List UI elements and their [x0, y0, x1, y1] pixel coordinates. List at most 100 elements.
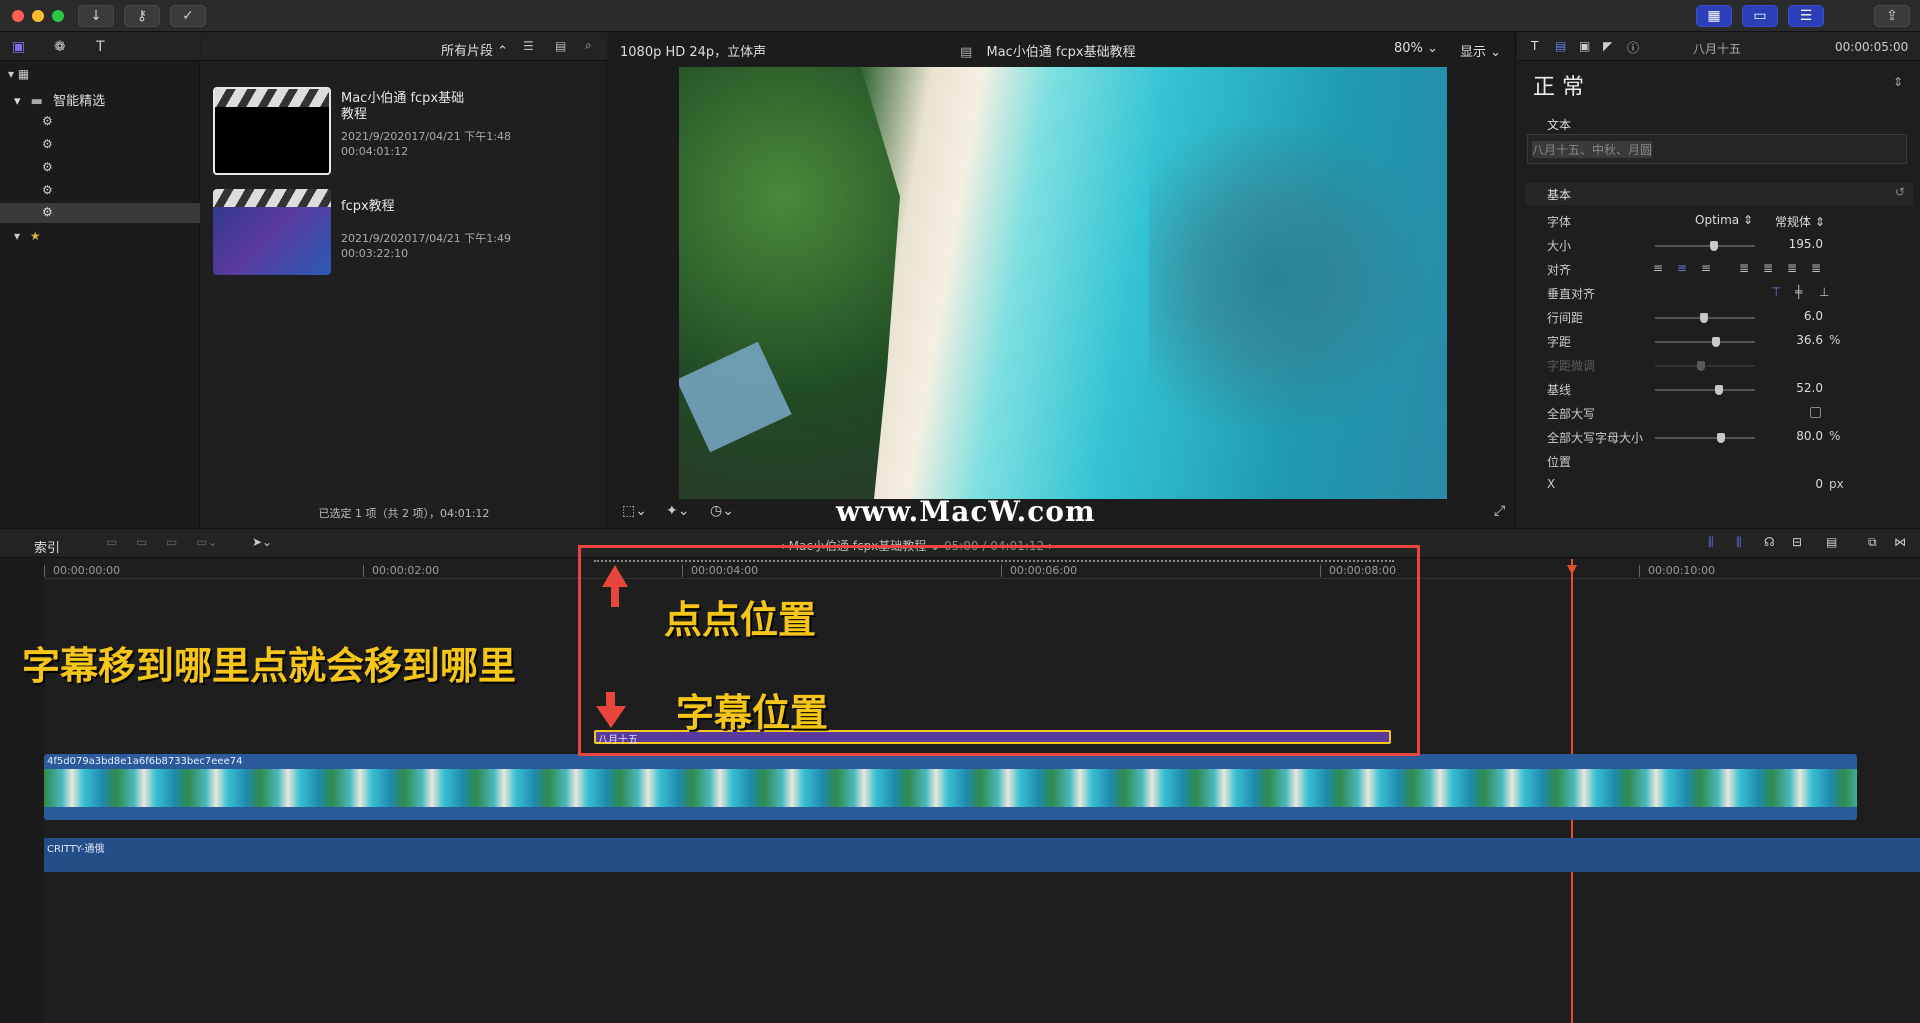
font-family-dropdown[interactable]: Optima ⇕ [1695, 213, 1753, 227]
slider-knob[interactable] [1712, 337, 1720, 347]
audio-skimming-icon[interactable]: ⫼ [1736, 535, 1742, 550]
justify-center-icon[interactable]: ≣ [1763, 261, 1773, 275]
library-grid-row[interactable]: ▾ ▦ [8, 67, 29, 81]
viewer-format: 1080p HD 24p，立体声 [620, 45, 767, 60]
title-inspector-icon[interactable]: ▤ [1555, 39, 1566, 53]
browser-header: 所有片段 ⌃ ☰ ▤ ⌕ [201, 33, 607, 61]
browser-panel: 所有片段 ⌃ ☰ ▤ ⌕ Mac小伯通 fcpx基础 教程 2021/9/202… [201, 33, 607, 528]
video-inspector-icon[interactable]: ▣ [1579, 39, 1590, 53]
reset-icon[interactable]: ↺ [1895, 185, 1905, 199]
clip-duration: 00:04:01:12 [341, 145, 409, 158]
import-button[interactable]: ↓ [78, 5, 114, 27]
browser-layout-button[interactable]: ▦ [1696, 5, 1732, 27]
solo-icon[interactable]: ☊ [1764, 535, 1775, 549]
slider-knob[interactable] [1717, 433, 1725, 443]
justify-left-icon[interactable]: ≣ [1739, 261, 1749, 275]
browser-layout-icon: ▦ [1707, 8, 1721, 24]
smart-collection-item[interactable]: ⚙ [42, 183, 53, 197]
smart-collection-item-selected[interactable]: ⚙ [0, 203, 200, 223]
select-tool-icon[interactable]: ➤⌄ [252, 535, 272, 549]
slider-knob[interactable] [1710, 241, 1718, 251]
folder-icon: ▬ [30, 94, 43, 109]
viewer-panel: 1080p HD 24p，立体声 ▤ Mac小伯通 fcpx基础教程 80% ⌄… [608, 33, 1516, 528]
baseline-slider[interactable] [1655, 385, 1755, 395]
share-button[interactable]: ⇪ [1874, 5, 1910, 27]
index-button[interactable]: 索引 [34, 537, 60, 556]
align-right-icon[interactable]: ≡ [1701, 261, 1711, 275]
smart-collection-item[interactable]: ⚙ [42, 137, 53, 151]
transitions-browser-icon[interactable]: ⋈ [1894, 535, 1906, 549]
search-icon[interactable]: ⌕ [585, 38, 592, 53]
ruler-timecode: 00:00:00:00 [53, 564, 121, 577]
connect-clip-icon[interactable]: ▭ [106, 535, 117, 549]
enhance-dropdown[interactable]: ✦⌄ [666, 503, 689, 519]
clip-title: fcpx教程 [341, 199, 395, 214]
video-frame[interactable] [679, 67, 1447, 499]
slider-knob[interactable] [1715, 385, 1723, 395]
library-icon[interactable]: ▣ [12, 39, 25, 55]
text-field[interactable]: 八月十五、中秋、月圆 [1527, 134, 1907, 164]
background-tasks-button[interactable]: ✓ [170, 5, 206, 27]
zoom-dropdown[interactable]: 80% ⌄ [1394, 41, 1438, 56]
smart-collections-item[interactable]: ▾ ▬ 智能精选 [14, 90, 105, 109]
photos-icon[interactable]: ❁ [54, 39, 66, 55]
slider-knob[interactable] [1700, 313, 1708, 323]
caption-position-label: 字幕位置 [676, 691, 829, 735]
smart-collection-item[interactable]: ⚙ [42, 114, 53, 128]
smart-collection-item[interactable]: ⚙ [42, 160, 53, 174]
size-slider[interactable] [1655, 241, 1755, 251]
retime-dropdown[interactable]: ◷⌄ [710, 503, 734, 519]
text-style-dropdown[interactable]: 正 常 ⇕ [1525, 69, 1913, 101]
close-window-button[interactable] [12, 10, 24, 22]
insert-clip-icon[interactable]: ▭ [136, 535, 147, 549]
justify-full-icon[interactable]: ≣ [1811, 261, 1821, 275]
zoom-window-button[interactable] [52, 10, 64, 22]
disclosure-icon: ▾ [14, 94, 21, 109]
fullscreen-icon[interactable]: ⤢ [1494, 503, 1505, 519]
event-item[interactable]: ▾ ★ [14, 229, 41, 243]
effects-browser-icon[interactable]: ⧉ [1868, 535, 1877, 550]
inspector-layout-button[interactable]: ☰ [1788, 5, 1824, 27]
clip-thumbnail[interactable] [213, 87, 331, 175]
display-dropdown[interactable]: 显示 ⌄ [1460, 41, 1501, 60]
import-icon: ↓ [90, 8, 102, 24]
line-spacing-slider[interactable] [1655, 313, 1755, 323]
audio-clip[interactable]: CRITTY-通俄 [44, 838, 1920, 872]
append-clip-icon[interactable]: ▭ [166, 535, 177, 549]
kerning-slider [1655, 361, 1755, 371]
overwrite-clip-icon[interactable]: ▭⌄ [196, 535, 217, 549]
inspector-row-vertical-align: 垂直对齐 ⊤ ╪ ⊥ [1547, 285, 1830, 301]
list-view-icon[interactable]: ☰ [523, 39, 534, 53]
justify-right-icon[interactable]: ≣ [1787, 261, 1797, 275]
timeline-layout-button[interactable]: ▭ [1742, 5, 1778, 27]
skimming-icon[interactable]: ⫼ [1708, 535, 1714, 550]
clip-thumbnail[interactable] [213, 189, 331, 275]
align-bottom-icon[interactable]: ⊥ [1819, 285, 1829, 299]
timeline-left-gutter [0, 559, 44, 1023]
ruler-tick [1639, 565, 1640, 577]
titles-icon[interactable]: T [96, 39, 105, 55]
align-top-icon[interactable]: ⊤ [1771, 285, 1781, 299]
align-left-icon[interactable]: ≡ [1653, 261, 1663, 275]
all-caps-size-slider[interactable] [1655, 433, 1755, 443]
info-icon[interactable]: ⓘ [1627, 39, 1639, 56]
key-icon: ⚷ [136, 8, 148, 24]
tracking-slider[interactable] [1655, 337, 1755, 347]
snapping-icon[interactable]: ⊟ [1792, 535, 1802, 549]
text-inspector-icon[interactable]: T [1531, 39, 1538, 53]
filmstrip-icon[interactable]: ▤ [555, 39, 566, 53]
gear-icon: ⚙ [42, 205, 53, 219]
clip-appearance-icon[interactable]: ▤ [1826, 535, 1837, 549]
transform-dropdown[interactable]: ⬚⌄ [622, 503, 647, 519]
all-caps-checkbox[interactable] [1810, 407, 1821, 418]
browser-status: 已选定 1 项（共 2 项），04:01:12 [318, 507, 490, 520]
text-field-value: 八月十五、中秋、月圆 [1532, 141, 1653, 158]
minimize-window-button[interactable] [32, 10, 44, 22]
keywords-button[interactable]: ⚷ [124, 5, 160, 27]
font-weight-dropdown[interactable]: 常规体 ⇕ [1775, 213, 1825, 230]
align-middle-icon[interactable]: ╪ [1795, 285, 1802, 299]
video-clip[interactable]: 4f5d079a3bd8e1a6f6b8733bec7eee74 [44, 754, 1857, 820]
clip-filter-dropdown[interactable]: 所有片段 ⌃ [441, 40, 508, 59]
color-inspector-icon[interactable]: ◤ [1603, 39, 1612, 53]
align-center-icon[interactable]: ≡ [1677, 261, 1687, 275]
